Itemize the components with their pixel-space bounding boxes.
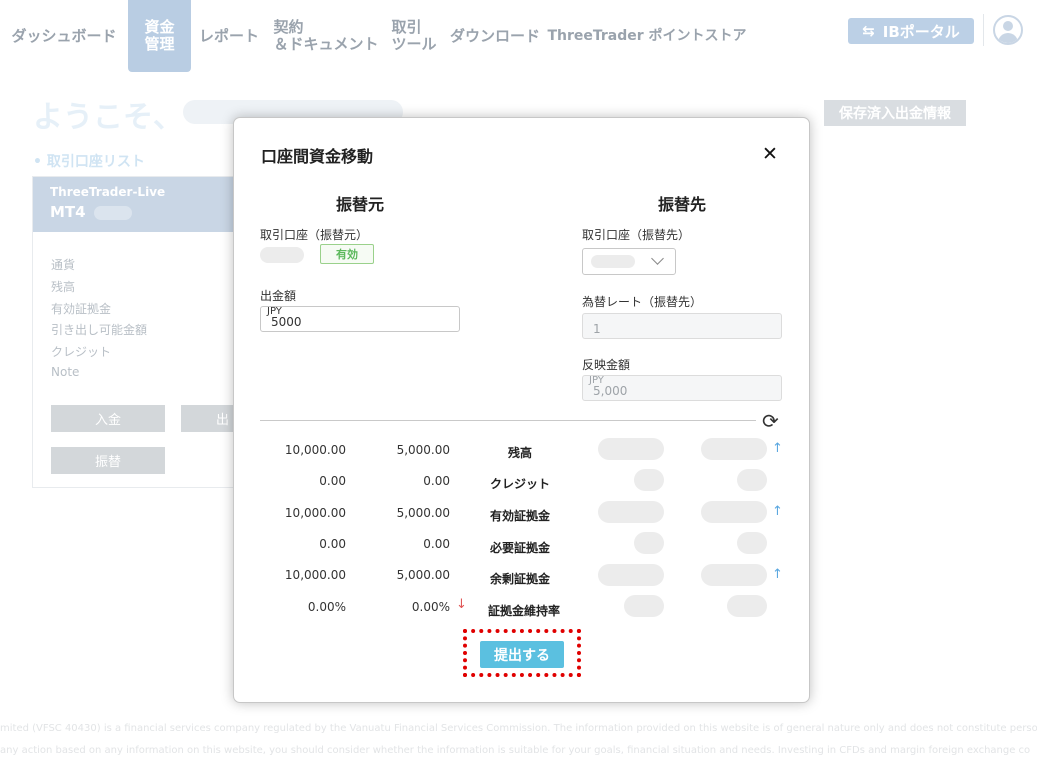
platform-label: MT4 <box>50 203 86 221</box>
to-before-redacted <box>634 469 664 491</box>
nav-item-contracts[interactable]: 契約 ＆ドキュメント <box>267 0 385 72</box>
saved-info-button[interactable]: 保存済入出金情報 <box>824 100 966 126</box>
account-card-header: ThreeTrader-Live MT4 <box>33 177 241 232</box>
row-label: 残高 <box>507 446 532 460</box>
transfer-modal: 口座間資金移動 ✕ 振替元 振替先 取引口座（振替元） 有効 出金額 JPY 5… <box>233 117 810 703</box>
after-value: 0.00% <box>411 600 450 614</box>
footer-disclaimer: mited (VFSC 40430) is a financial servic… <box>0 723 1037 756</box>
broker-name: ThreeTrader-Live <box>50 185 166 199</box>
to-heading: 振替先 <box>658 195 707 214</box>
rate-label: 為替レート（振替先） <box>582 295 703 309</box>
to-account-select[interactable] <box>582 248 676 275</box>
to-after-redacted <box>701 438 767 460</box>
card-field: クレジット <box>51 345 112 360</box>
row-label: クレジット <box>489 477 550 491</box>
to-after-redacted <box>701 501 767 523</box>
to-after-redacted <box>727 595 767 617</box>
transfer-button[interactable]: 振替 <box>51 447 165 474</box>
nav-item-dashboard[interactable]: ダッシュボード <box>0 0 128 72</box>
nav-item-download[interactable]: ダウンロード <box>443 0 547 72</box>
section-divider <box>260 420 756 421</box>
modal-title: 口座間資金移動 <box>261 147 374 166</box>
card-field: 通貨 <box>51 258 76 272</box>
card-field: 引き出し可能金額 <box>51 323 148 338</box>
ib-portal-button[interactable]: ⇆ IBポータル <box>848 18 974 44</box>
before-value: 0.00% <box>307 600 346 614</box>
to-after-redacted <box>701 564 767 586</box>
card-field: 有効証拠金 <box>51 301 112 316</box>
reflected-amount-label: 反映金額 <box>582 358 631 372</box>
to-account-label: 取引口座（振替先） <box>582 228 691 242</box>
nav-item-tools[interactable]: 取引 ツール <box>385 0 443 72</box>
after-value: 5,000.00 <box>396 506 450 520</box>
card-field: 残高 <box>51 279 76 294</box>
withdraw-button[interactable]: 出 <box>181 405 233 432</box>
to-before-redacted <box>598 501 664 523</box>
rate-field: 1 <box>582 313 782 339</box>
arrow-up-icon: ↑ <box>772 441 783 456</box>
to-before-redacted <box>598 564 664 586</box>
account-list-label: • 取引口座リスト <box>33 154 145 170</box>
from-heading: 振替元 <box>336 195 385 214</box>
after-value: 5,000.00 <box>396 443 450 457</box>
refresh-icon[interactable]: ⟳ <box>762 409 779 433</box>
reflected-amount-field: JPY 5,000 <box>582 375 782 401</box>
user-avatar-icon[interactable] <box>993 15 1023 45</box>
before-value: 10,000.00 <box>284 568 346 582</box>
after-value: 0.00 <box>423 474 450 488</box>
from-account-label: 取引口座（振替元） <box>260 228 369 242</box>
status-badge: 有効 <box>320 244 374 264</box>
account-card: ThreeTrader-Live MT4 通貨 残高 有効証拠金 引き出し可能金… <box>32 176 242 488</box>
row-label: 必要証拠金 <box>489 541 550 555</box>
arrow-up-icon: ↑ <box>772 504 783 519</box>
to-after-redacted <box>737 532 767 554</box>
rate-value: 1 <box>593 322 601 336</box>
to-account-redacted <box>591 255 635 268</box>
card-field: Note <box>51 364 80 379</box>
to-after-redacted <box>737 469 767 491</box>
row-label: 余剰証拠金 <box>489 572 550 586</box>
to-before-redacted <box>598 438 664 460</box>
close-icon[interactable]: ✕ <box>762 143 778 165</box>
to-before-redacted <box>624 595 664 617</box>
reflected-value: 5,000 <box>593 384 628 398</box>
transfer-arrows-icon: ⇆ <box>862 22 875 40</box>
amount-value: 5000 <box>271 315 302 329</box>
welcome-heading: ようこそ、 <box>33 100 183 135</box>
after-value: 5,000.00 <box>396 568 450 582</box>
submit-button[interactable]: 提出する <box>480 641 564 668</box>
amount-input[interactable]: JPY 5000 <box>260 306 460 332</box>
chevron-down-icon <box>651 252 664 265</box>
from-account-redacted <box>260 247 304 263</box>
arrow-up-icon: ↑ <box>772 567 783 582</box>
nav-divider <box>983 14 984 46</box>
amount-label: 出金額 <box>260 289 297 303</box>
to-before-redacted <box>634 532 664 554</box>
row-label: 証拠金維持率 <box>487 604 560 618</box>
before-value: 10,000.00 <box>284 443 346 457</box>
before-value: 0.00 <box>319 537 346 551</box>
deposit-button[interactable]: 入金 <box>51 405 165 432</box>
account-card-fields: 通貨 残高 有効証拠金 引き出し可能金額 クレジット Note <box>33 232 241 387</box>
before-value: 10,000.00 <box>284 506 346 520</box>
nav-item-point-store[interactable]: ThreeTrader ポイントストア <box>547 0 747 72</box>
after-value: 0.00 <box>423 537 450 551</box>
row-label: 有効証拠金 <box>489 509 550 523</box>
nav-item-reports[interactable]: レポート <box>191 0 267 72</box>
nav-item-funds[interactable]: 資金 管理 <box>128 0 191 72</box>
account-number-redacted <box>93 205 132 220</box>
before-value: 0.00 <box>319 474 346 488</box>
